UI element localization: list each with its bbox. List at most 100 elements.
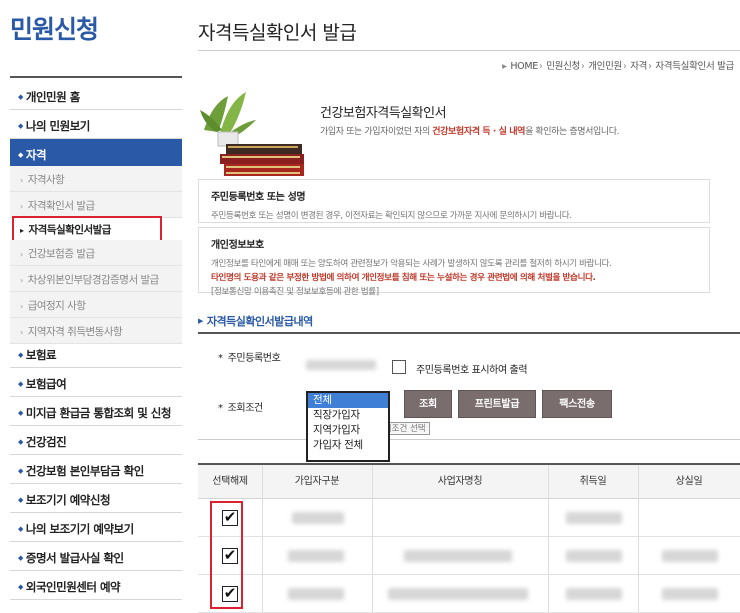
bullet-icon: ◆ [18, 380, 23, 388]
sidebar-item-unpaid-refund[interactable]: ◆ 미지급 환급금 통합조회 및 신청 [10, 397, 182, 426]
masked-cell [388, 588, 528, 600]
sidebar-item-premium[interactable]: ◆ 보험료 [10, 339, 182, 368]
sub-item-label: 자격득실확인서발급 [28, 224, 112, 236]
books-plant-illustration [200, 92, 304, 176]
rrn-display-checkbox[interactable] [392, 360, 406, 374]
desc-highlight: 건강보험자격 득 · 실 내역 [432, 127, 526, 137]
sidebar-item-cert-verify[interactable]: ◆ 증명서 발급사실 확인 [10, 542, 182, 571]
bullet-icon: ◆ [18, 496, 23, 504]
sidebar-item-my-device-booking[interactable]: ◆ 나의 보조기기 예약보기 [10, 513, 182, 542]
sub-item-qualification-cert[interactable]: › 자격확인서 발급 [10, 192, 182, 218]
sub-item-label: 자격확인서 발급 [27, 200, 95, 212]
breadcrumb-item[interactable]: 자격 [630, 61, 647, 72]
sidebar-item-label: 보험료 [25, 348, 57, 362]
required-mark: * [218, 353, 223, 364]
condition-select-dropdown[interactable]: 전체 직장가입자 지역가입자 가입자 전체 [306, 391, 390, 462]
document-description: 가입자 또는 가입자이었던 자의 건강보험자격 득 · 실 내역을 확인하는 증… [320, 124, 620, 137]
bullet-icon: ◆ [18, 583, 23, 591]
triangle-right-icon: ▸ [20, 226, 24, 235]
sidebar-item-label: 외국인민원센터 예약 [25, 580, 121, 594]
condition-label: * 조회조건 [218, 399, 263, 414]
sidebar-item-benefits[interactable]: ◆ 보험급여 [10, 368, 182, 397]
bullet-icon: ◆ [18, 122, 23, 130]
sidebar-item-qualification[interactable]: ◆ 자격 [10, 139, 182, 168]
bullet-icon: ◆ [18, 151, 23, 159]
desc-text: 가입자 또는 가입자이었던 자의 [320, 127, 433, 137]
breadcrumb: ▸ HOME› 민원신청› 개인민원› 자격› 자격득실확인서 발급 [501, 58, 734, 72]
col-lost-date: 상실일 [675, 476, 703, 487]
bullet-icon: ◆ [18, 525, 23, 533]
notice-warning: 타인명의 도용과 같은 부정한 방법에 의하여 개인정보를 침해 또는 누설하는… [211, 273, 596, 283]
masked-cell [566, 550, 622, 562]
bullet-icon: ◆ [18, 467, 23, 475]
notice-text: 개인정보를 타인에게 매매 또는 양도하여 관련정보가 악용되는 사례가 발생하… [211, 259, 612, 269]
sidebar-item-label: 개인민원 홈 [25, 90, 80, 104]
arrow-icon: › [20, 328, 23, 337]
col-acquired-date: 취득일 [579, 476, 607, 487]
sub-item-gain-loss-cert[interactable]: ▸ 자격득실확인서발급 [12, 216, 162, 242]
sidebar-item-label: 보험급여 [25, 377, 67, 391]
bullet-icon: ◆ [18, 409, 23, 417]
masked-cell [292, 512, 344, 524]
arrow-icon: › [20, 202, 23, 211]
notice-title: 개인정보보호 [211, 240, 264, 251]
breadcrumb-separator: › [538, 61, 543, 72]
breadcrumb-home[interactable]: HOME [510, 61, 538, 72]
masked-cell [662, 588, 718, 600]
section-title-text: 자격득실확인서발급내역 [206, 315, 313, 328]
breadcrumb-item[interactable]: 민원신청 [546, 61, 580, 72]
sub-item-insurance-card[interactable]: › 건강보험증 발급 [10, 240, 182, 266]
section-title: ▶ 자격득실확인서발급내역 [198, 313, 313, 329]
bullet-icon: ◆ [18, 438, 23, 446]
breadcrumb-separator: › [580, 61, 585, 72]
sidebar-item-my-requests[interactable]: ◆ 나의 민원보기 [10, 110, 182, 139]
arrow-icon: › [20, 276, 23, 285]
sidebar-item-label: 건강검진 [25, 435, 67, 449]
sidebar-item-label: 나의 보조기기 예약보기 [25, 522, 134, 536]
masked-cell [404, 550, 512, 562]
masked-cell [566, 512, 622, 524]
breadcrumb-item[interactable]: 개인민원 [588, 61, 622, 72]
breadcrumb-separator: › [622, 61, 627, 72]
sidebar-item-copay-check[interactable]: ◆ 건강보험 본인부담금 확인 [10, 455, 182, 484]
option-all[interactable]: 전체 [308, 393, 388, 408]
sub-item-label: 지역자격 취득변동사항 [27, 326, 123, 338]
fax-send-button[interactable]: 팩스전송 [542, 390, 612, 418]
col-business-name: 사업자명칭 [437, 476, 483, 487]
masked-cell [662, 550, 718, 562]
table-header: 선택해제 가입자구분 사업자명칭 취득일 상실일 [198, 463, 740, 499]
bullet-icon: ◆ [18, 93, 23, 101]
sub-item-label: 급여정지 사항 [27, 300, 86, 312]
bullet-icon: ◆ [18, 351, 23, 359]
masked-cell [566, 588, 622, 600]
search-form [198, 332, 740, 440]
option-workplace[interactable]: 직장가입자 [308, 408, 388, 423]
page-title: 자격득실확인서 발급 [198, 22, 357, 44]
sidebar-item-label: 증명서 발급사실 확인 [25, 551, 124, 565]
search-button[interactable]: 조회 [404, 390, 452, 418]
sidebar-item-device-booking[interactable]: ◆ 보조기기 예약신청 [10, 484, 182, 513]
sub-item-benefit-suspension[interactable]: › 급여정지 사항 [10, 292, 182, 318]
print-issue-button[interactable]: 프린트발급 [458, 390, 536, 418]
caret-right-icon: ▸ [502, 61, 507, 72]
masked-cell [288, 588, 344, 600]
breadcrumb-separator: › [648, 61, 652, 72]
sidebar-item-label: 보조기기 예약신청 [25, 493, 111, 507]
sidebar-item-label: 자격 [25, 148, 47, 162]
col-deselect[interactable]: 선택해제 [198, 465, 262, 499]
rrn-label: * 주민등록번호 [218, 352, 298, 365]
notice-title: 주민등록번호 또는 성명 [211, 192, 306, 203]
bullet-icon: ◆ [18, 554, 23, 562]
option-regional[interactable]: 지역가입자 [308, 423, 388, 438]
arrow-icon: › [20, 176, 23, 185]
sidebar-item-personal-home[interactable]: ◆ 개인민원 홈 [10, 81, 182, 110]
sidebar-rule [10, 76, 182, 78]
sub-item-label: 차상위본인부담경감증명서 발급 [27, 274, 160, 286]
option-all-subscribers[interactable]: 가입자 전체 [308, 438, 388, 453]
sub-item-qualification-details[interactable]: › 자격사항 [10, 166, 182, 192]
sub-item-reduction-cert[interactable]: › 차상위본인부담경감증명서 발급 [10, 266, 182, 292]
sidebar-item-checkup[interactable]: ◆ 건강검진 [10, 426, 182, 455]
rrn-display-label: 주민등록번호 표시하여 출력 [416, 365, 528, 376]
sidebar-item-foreigner-booking[interactable]: ◆ 외국인민원센터 예약 [10, 571, 182, 600]
sidebar-item-label: 건강보험 본인부담금 확인 [25, 464, 144, 478]
